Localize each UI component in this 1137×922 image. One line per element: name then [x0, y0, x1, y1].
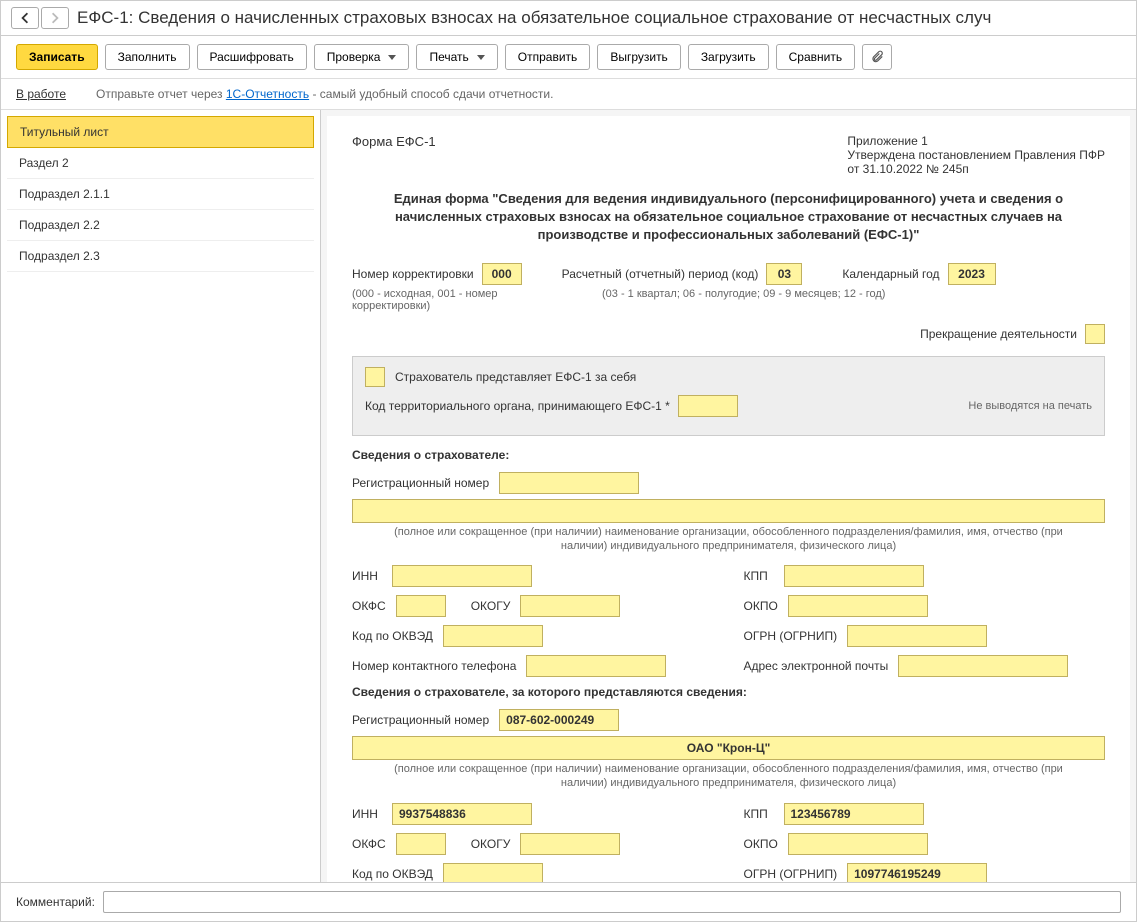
- kpp2-input[interactable]: 123456789: [784, 803, 924, 825]
- terr-code-label: Код территориального органа, принимающег…: [365, 399, 670, 413]
- inn-input[interactable]: [392, 565, 532, 587]
- self-submit-label: Страхователь представляет ЕФС-1 за себя: [395, 370, 636, 384]
- noprint-hint: Не выводятся на печать: [968, 400, 1092, 412]
- sidebar-item-subsection-2-3[interactable]: Подраздел 2.3: [7, 241, 314, 272]
- okfs2-label: ОКФС: [352, 837, 386, 851]
- import-button[interactable]: Загрузить: [688, 44, 769, 70]
- org-name-hint: (полное или сокращенное (при наличии) на…: [352, 525, 1105, 554]
- sidebar-item-section-2[interactable]: Раздел 2: [7, 148, 314, 179]
- check-button[interactable]: Проверка: [314, 44, 410, 70]
- titlebar: ЕФС-1: Сведения о начисленных страховых …: [1, 1, 1136, 36]
- sidebar: Титульный лист Раздел 2 Подраздел 2.1.1 …: [1, 110, 321, 882]
- org-name-input[interactable]: [352, 499, 1105, 523]
- ogrn-input[interactable]: [847, 625, 987, 647]
- period-label: Расчетный (отчетный) период (код): [562, 267, 759, 281]
- okfs2-input[interactable]: [396, 833, 446, 855]
- okogu-input[interactable]: [520, 595, 620, 617]
- okogu2-input[interactable]: [520, 833, 620, 855]
- correction-label: Номер корректировки: [352, 267, 474, 281]
- form-content: Форма ЕФС-1 Приложение 1 Утверждена пост…: [327, 116, 1130, 882]
- chevron-down-icon: [477, 55, 485, 60]
- termination-checkbox[interactable]: [1085, 324, 1105, 344]
- window-title: ЕФС-1: Сведения о начисленных страховых …: [77, 8, 991, 28]
- fill-button[interactable]: Заполнить: [105, 44, 190, 70]
- okpo2-label: ОКПО: [744, 837, 778, 851]
- okved-input[interactable]: [443, 625, 543, 647]
- form-title: Единая форма "Сведения для ведения индив…: [352, 190, 1105, 245]
- save-button[interactable]: Записать: [16, 44, 98, 70]
- inn-label: ИНН: [352, 569, 382, 583]
- year-input[interactable]: 2023: [948, 263, 996, 285]
- decode-button[interactable]: Расшифровать: [197, 44, 307, 70]
- period-hint: (03 - 1 квартал; 06 - полугодие; 09 - 9 …: [602, 288, 1105, 312]
- okved-label: Код по ОКВЭД: [352, 629, 433, 643]
- send-button[interactable]: Отправить: [505, 44, 591, 70]
- terr-code-input[interactable]: [678, 395, 738, 417]
- sidebar-item-subsection-2-1-1[interactable]: Подраздел 2.1.1: [7, 179, 314, 210]
- print-button[interactable]: Печать: [416, 44, 497, 70]
- paperclip-icon: [870, 50, 884, 64]
- period-input[interactable]: 03: [766, 263, 802, 285]
- comment-label: Комментарий:: [16, 895, 95, 909]
- insurer2-header: Сведения о страхователе, за которого пре…: [352, 685, 1105, 699]
- email-label: Адрес электронной почты: [744, 659, 889, 673]
- inn2-label: ИНН: [352, 807, 382, 821]
- attachment-button[interactable]: [862, 44, 892, 70]
- termination-label: Прекращение деятельности: [920, 327, 1077, 341]
- okpo-input[interactable]: [788, 595, 928, 617]
- self-submit-checkbox[interactable]: [365, 367, 385, 387]
- ogrn-label: ОГРН (ОГРНИП): [744, 629, 838, 643]
- status-text: Отправьте отчет через 1С-Отчетность - са…: [96, 87, 553, 101]
- nav-back-button[interactable]: [11, 7, 39, 29]
- regnum-input[interactable]: [499, 472, 639, 494]
- okfs-input[interactable]: [396, 595, 446, 617]
- okogu2-label: ОКОГУ: [471, 837, 511, 851]
- kpp-label: КПП: [744, 569, 774, 583]
- form-code: Форма ЕФС-1: [352, 134, 436, 176]
- regnum2-label: Регистрационный номер: [352, 713, 489, 727]
- toolbar: Записать Заполнить Расшифровать Проверка…: [1, 36, 1136, 79]
- okved2-input[interactable]: [443, 863, 543, 882]
- compare-button[interactable]: Сравнить: [776, 44, 855, 70]
- kpp-input[interactable]: [784, 565, 924, 587]
- ogrn2-input[interactable]: 1097746195249: [847, 863, 987, 882]
- export-button[interactable]: Выгрузить: [597, 44, 681, 70]
- statusbar: В работе Отправьте отчет через 1С-Отчетн…: [1, 79, 1136, 110]
- sidebar-item-title-page[interactable]: Титульный лист: [7, 116, 314, 148]
- form-appendix: Приложение 1 Утверждена постановлением П…: [847, 134, 1105, 176]
- year-label: Календарный год: [842, 267, 939, 281]
- okved2-label: Код по ОКВЭД: [352, 867, 433, 881]
- insurer-header: Сведения о страхователе:: [352, 448, 1105, 462]
- kpp2-label: КПП: [744, 807, 774, 821]
- correction-hint: (000 - исходная, 001 - номер корректиров…: [352, 288, 562, 312]
- okogu-label: ОКОГУ: [471, 599, 511, 613]
- okfs-label: ОКФС: [352, 599, 386, 613]
- self-submit-box: Страхователь представляет ЕФС-1 за себя …: [352, 356, 1105, 436]
- email-input[interactable]: [898, 655, 1068, 677]
- correction-input[interactable]: 000: [482, 263, 522, 285]
- inn2-input[interactable]: 9937548836: [392, 803, 532, 825]
- org-name2-input[interactable]: ОАО "Крон-Ц": [352, 736, 1105, 760]
- comment-input[interactable]: [103, 891, 1121, 913]
- ogrn2-label: ОГРН (ОГРНИП): [744, 867, 838, 881]
- phone-label: Номер контактного телефона: [352, 659, 516, 673]
- org-name2-hint: (полное или сокращенное (при наличии) на…: [352, 762, 1105, 791]
- sidebar-item-subsection-2-2[interactable]: Подраздел 2.2: [7, 210, 314, 241]
- chevron-down-icon: [388, 55, 396, 60]
- phone-input[interactable]: [526, 655, 666, 677]
- okpo-label: ОКПО: [744, 599, 778, 613]
- reporting-link[interactable]: 1С-Отчетность: [226, 87, 309, 101]
- okpo2-input[interactable]: [788, 833, 928, 855]
- status-label[interactable]: В работе: [16, 87, 66, 101]
- regnum2-input[interactable]: 087-602-000249: [499, 709, 619, 731]
- regnum-label: Регистрационный номер: [352, 476, 489, 490]
- comment-bar: Комментарий:: [1, 882, 1136, 921]
- nav-forward-button[interactable]: [41, 7, 69, 29]
